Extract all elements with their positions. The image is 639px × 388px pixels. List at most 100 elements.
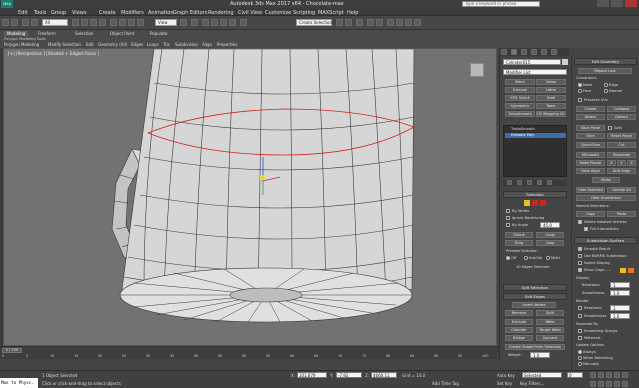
ribbon-align[interactable]: Align <box>202 42 212 47</box>
taper-button[interactable]: Taper <box>536 103 566 109</box>
copy-button[interactable]: Copy <box>576 211 605 217</box>
make-planar-button[interactable]: Make Planar <box>576 160 605 166</box>
shrink-button[interactable]: Shrink <box>505 232 533 238</box>
x-coord-field[interactable]: 101.879 <box>297 372 327 378</box>
bridge-button[interactable]: Bridge <box>505 335 533 341</box>
undo-icon[interactable] <box>2 19 9 26</box>
grow-button[interactable]: Grow <box>536 232 564 238</box>
modify-tab-icon[interactable] <box>511 49 517 55</box>
go-to-start-icon[interactable] <box>590 372 596 378</box>
redo-icon[interactable] <box>11 19 18 26</box>
snap-icon[interactable] <box>202 19 209 26</box>
menu-modifiers[interactable]: Modifiers <box>121 10 144 16</box>
ignore-backfacing-checkbox[interactable] <box>506 216 510 220</box>
bend-button[interactable]: Bend <box>505 79 535 85</box>
menu-graph-editors[interactable]: Graph Editors <box>173 10 207 16</box>
use-nurms-checkbox[interactable] <box>578 254 582 258</box>
auto-key-button[interactable]: Auto Key <box>497 373 515 378</box>
menu-maxscript[interactable]: MAXScript <box>318 10 344 16</box>
connect-button[interactable]: Connect <box>536 335 564 341</box>
rect-selection-icon[interactable] <box>90 19 97 26</box>
border-mode-icon[interactable] <box>540 200 546 206</box>
menu-animation[interactable]: Animation <box>148 10 174 16</box>
attach-button[interactable]: Attach <box>576 114 605 120</box>
motion-tab-icon[interactable] <box>531 49 537 55</box>
placement-icon[interactable] <box>137 19 144 26</box>
turbosmooth-button[interactable]: TurboSmooth <box>505 111 535 117</box>
create-button[interactable]: Create <box>576 106 605 112</box>
ribbon-loops[interactable]: Loops <box>147 42 159 47</box>
maximize-viewport-icon[interactable] <box>622 381 628 387</box>
preserve-uvs-checkbox[interactable] <box>578 98 582 102</box>
weight-field[interactable]: 1.0 <box>530 352 550 358</box>
update-when-rendering-radio[interactable] <box>578 356 582 360</box>
app-logo[interactable]: MAX <box>1 0 13 8</box>
ribbon-tris[interactable]: Tris <box>163 42 170 47</box>
soft-selection-rollout-header[interactable]: Soft Selection <box>503 284 567 291</box>
edit-named-selection-icon[interactable] <box>240 19 247 26</box>
link-icon[interactable] <box>22 19 29 26</box>
menu-civil-view[interactable]: Civil View <box>238 10 262 16</box>
angle-snap-icon[interactable] <box>211 19 218 26</box>
modifier-stack[interactable]: TurboSmooth Editable Poly <box>503 125 567 177</box>
menu-group[interactable]: Group <box>51 10 66 16</box>
slice-plane-button[interactable]: Slice Plane <box>576 125 605 131</box>
edit-edges-rollout-header[interactable]: Edit Edges <box>503 293 567 300</box>
render-setup-icon[interactable] <box>396 19 403 26</box>
subdivision-surface-header[interactable]: Subdivision Surface <box>574 237 637 244</box>
preview-multi-radio[interactable] <box>546 256 550 260</box>
stack-item-turbosmooth[interactable]: TurboSmooth <box>505 127 566 132</box>
unhide-all-button[interactable]: Unhide All <box>607 187 636 193</box>
y-button[interactable]: Y <box>617 160 626 166</box>
edge-mode-icon[interactable] <box>532 200 538 206</box>
z-button[interactable]: Z <box>627 160 636 166</box>
menu-scripting[interactable]: Scripting <box>293 10 315 16</box>
full-interactivity-checkbox[interactable] <box>584 227 588 231</box>
pan-icon[interactable] <box>606 381 612 387</box>
split-checkbox[interactable] <box>608 126 612 130</box>
noise-button[interactable]: Noise <box>536 79 566 85</box>
configure-sets-icon[interactable] <box>547 180 552 185</box>
ribbon-tab-freeform[interactable]: Freeform <box>38 31 56 36</box>
hide-unselected-button[interactable]: Hide Unselected <box>576 195 636 201</box>
show-cage-checkbox[interactable] <box>578 268 582 272</box>
edit-geometry-header[interactable]: Edit Geometry <box>574 58 637 65</box>
display-smoothness-field[interactable]: 1.0 <box>610 290 630 296</box>
render-frame-icon[interactable] <box>405 19 412 26</box>
render-iterations-field[interactable]: 1 <box>610 305 630 311</box>
move-icon[interactable] <box>110 19 117 26</box>
repeat-last-button[interactable]: Repeat Last <box>578 68 632 74</box>
cage-color-2[interactable] <box>628 268 634 273</box>
chamfer-button[interactable]: Chamfer <box>505 327 533 333</box>
lathe-button[interactable]: Lathe <box>536 87 566 93</box>
render-smoothness-field[interactable]: 1.0 <box>610 313 630 319</box>
align-icon[interactable] <box>345 19 352 26</box>
paste-button[interactable]: Paste <box>607 211 636 217</box>
loop-button[interactable]: Loop <box>536 240 564 246</box>
shell-button[interactable]: Shell <box>536 95 566 101</box>
pin-stack-icon[interactable] <box>507 180 512 185</box>
modifier-list-dropdown[interactable]: Modifier List <box>503 69 567 75</box>
ribbon-polygon-modeling[interactable]: Polygon Modeling <box>4 42 39 47</box>
vertex-mode-icon[interactable] <box>524 200 530 206</box>
constraint-edge-radio[interactable] <box>604 83 608 87</box>
weld-button[interactable]: Weld <box>536 319 564 325</box>
x-button[interactable]: X <box>607 160 616 166</box>
slice-button[interactable]: Slice <box>576 133 605 139</box>
timeline[interactable]: 0 / 100 0 5 10 15 20 25 30 35 40 45 50 55 60 65 70 75 80… <box>0 346 499 359</box>
isoline-display-checkbox[interactable] <box>578 261 582 265</box>
remove-modifier-icon[interactable] <box>537 180 542 185</box>
minimize-button[interactable] <box>597 0 609 7</box>
update-always-radio[interactable] <box>578 350 582 354</box>
cage-color-1[interactable] <box>620 268 626 273</box>
split-edge-button[interactable]: Split <box>536 310 564 316</box>
msmooth-button[interactable]: MSmooth <box>576 152 605 158</box>
uv-mapping-button[interactable]: UV Mapping Clr <box>536 111 566 117</box>
viewport-label[interactable]: [+] [Perspective ] [Shaded + Edged Faces… <box>8 51 99 56</box>
add-time-tag[interactable]: Add Time Tag <box>432 381 459 386</box>
unlink-icon[interactable] <box>31 19 38 26</box>
create-shape-button[interactable]: Create Shape From Selection <box>505 344 565 350</box>
update-manually-radio[interactable] <box>578 362 582 366</box>
cut-button[interactable]: Cut <box>607 142 636 148</box>
spinner-snap-icon[interactable] <box>229 19 236 26</box>
